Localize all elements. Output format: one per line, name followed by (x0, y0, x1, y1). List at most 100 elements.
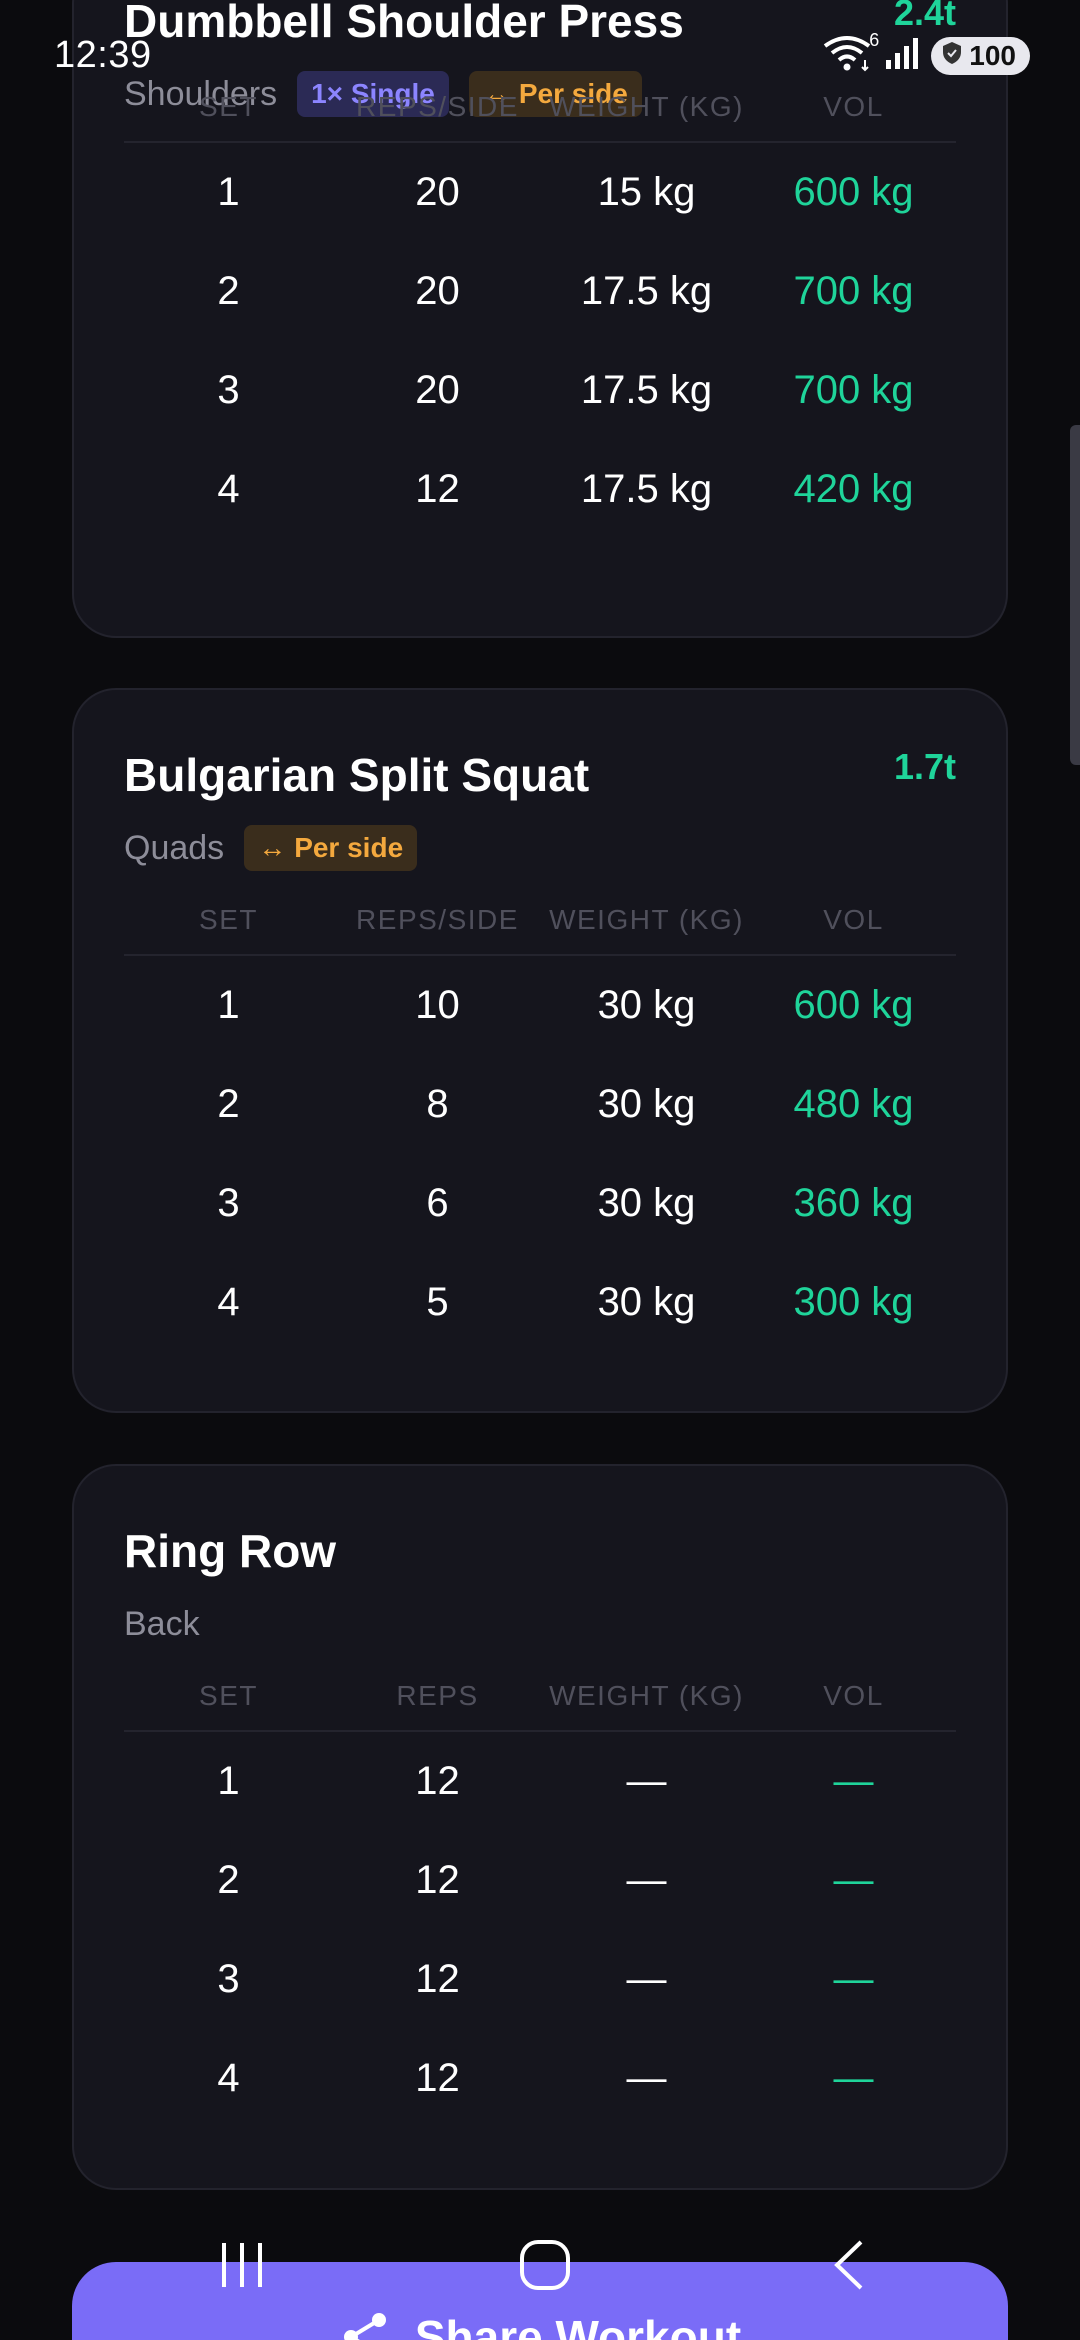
header-weight: WEIGHT (KG) (549, 1680, 744, 1711)
per-side-badge: ↔ Per side (244, 825, 418, 871)
table-row: 2 20 17.5 kg 700 kg (124, 242, 956, 341)
cell-reps: 20 (415, 170, 460, 214)
table-header: SET REPS/SIDE WEIGHT (KG) VOL (124, 73, 956, 143)
table-row: 1 20 15 kg 600 kg (124, 143, 956, 242)
cell-weight: 30 kg (597, 1181, 696, 1225)
cell-reps: 20 (415, 269, 460, 313)
exercise-card[interactable]: Dumbbell Shoulder Press 2.4t Shoulders 1… (72, 0, 1008, 638)
cell-weight: — (626, 2056, 667, 2100)
table-row: 3 20 17.5 kg 700 kg (124, 341, 956, 440)
header-vol: VOL (823, 1680, 884, 1711)
exercise-meta: Back (124, 1600, 956, 1648)
sets-table: SET REPS WEIGHT (KG) VOL 1 12 — — 2 12 —… (124, 1662, 956, 2128)
sets-table: SET REPS/SIDE WEIGHT (KG) VOL 1 20 15 kg… (124, 73, 956, 539)
cell-vol: — (833, 2056, 874, 2100)
table-row: 1 10 30 kg 600 kg (124, 956, 956, 1055)
table-header: SET REPS WEIGHT (KG) VOL (124, 1662, 956, 1732)
muscle-group: Back (124, 1604, 200, 1643)
cell-vol: 480 kg (793, 1082, 914, 1126)
exercise-card[interactable]: Ring Row Back SET REPS WEIGHT (KG) VOL 1… (72, 1464, 1008, 2190)
back-button[interactable] (804, 2230, 894, 2300)
cell-reps: 12 (415, 1957, 460, 2001)
cell-vol: 300 kg (793, 1280, 914, 1324)
exercise-title: Bulgarian Split Squat (124, 749, 590, 801)
cell-vol: 700 kg (793, 368, 914, 412)
scrollbar[interactable] (1070, 425, 1080, 765)
cell-reps: 12 (415, 2056, 460, 2100)
exercise-volume: 2.4t (893, 0, 956, 33)
cell-weight: 30 kg (597, 1280, 696, 1324)
cell-weight: — (626, 1759, 667, 1803)
header-weight: WEIGHT (KG) (549, 91, 744, 122)
cell-reps: 12 (415, 467, 460, 511)
cell-vol: 600 kg (793, 170, 914, 214)
header-set: SET (199, 91, 258, 122)
table-row: 3 12 — — (124, 1930, 956, 2029)
cell-vol: — (833, 1759, 874, 1803)
cell-set: 1 (217, 1759, 240, 1803)
cell-weight: — (626, 1858, 667, 1902)
share-label: Share Workout (414, 2311, 742, 2340)
header-reps: REPS (396, 1680, 479, 1711)
header-vol: VOL (823, 91, 884, 122)
cell-weight: 30 kg (597, 983, 696, 1027)
cell-vol: — (833, 1957, 874, 2001)
exercise-title: Ring Row (124, 1525, 337, 1577)
cell-reps: 5 (426, 1280, 449, 1324)
cell-set: 4 (217, 467, 240, 511)
cell-set: 1 (217, 170, 240, 214)
cell-set: 3 (217, 368, 240, 412)
muscle-group: Quads (124, 828, 225, 867)
table-row: 2 8 30 kg 480 kg (124, 1055, 956, 1154)
header-reps: REPS/SIDE (356, 91, 519, 122)
table-row: 3 6 30 kg 360 kg (124, 1154, 956, 1253)
cell-vol: 360 kg (793, 1181, 914, 1225)
exercise-card[interactable]: Bulgarian Split Squat 1.7t Quads ↔ Per s… (72, 688, 1008, 1413)
recent-apps-icon (222, 2243, 262, 2287)
table-row: 2 12 — — (124, 1831, 956, 1930)
cell-set: 4 (217, 2056, 240, 2100)
per-side-label: Per side (294, 832, 404, 863)
home-button[interactable] (500, 2230, 590, 2300)
share-icon (339, 2310, 393, 2340)
table-row: 4 5 30 kg 300 kg (124, 1253, 956, 1352)
cell-reps: 12 (415, 1858, 460, 1902)
cell-set: 3 (217, 1181, 240, 1225)
cell-reps: 20 (415, 368, 460, 412)
cell-reps: 8 (426, 1082, 449, 1126)
cell-set: 1 (217, 983, 240, 1027)
home-icon (520, 2240, 570, 2290)
table-row: 4 12 17.5 kg 420 kg (124, 440, 956, 539)
cell-weight: 15 kg (597, 170, 696, 214)
cell-weight: — (626, 1957, 667, 2001)
cell-set: 2 (217, 1082, 240, 1126)
cell-reps: 12 (415, 1759, 460, 1803)
exercise-volume: 1.7t (893, 746, 956, 787)
cell-weight: 30 kg (597, 1082, 696, 1126)
cell-weight: 17.5 kg (580, 368, 713, 412)
cell-weight: 17.5 kg (580, 269, 713, 313)
cell-set: 2 (217, 269, 240, 313)
cell-reps: 10 (415, 983, 460, 1027)
sets-table: SET REPS/SIDE WEIGHT (KG) VOL 1 10 30 kg… (124, 886, 956, 1352)
exercise-title: Dumbbell Shoulder Press (124, 0, 684, 47)
cell-vol: 600 kg (793, 983, 914, 1027)
cell-set: 4 (217, 1280, 240, 1324)
header-set: SET (199, 904, 258, 935)
arrows-icon: ↔ (258, 832, 287, 863)
cell-set: 2 (217, 1858, 240, 1902)
back-icon (834, 2240, 863, 2290)
cell-vol: 420 kg (793, 467, 914, 511)
header-reps: REPS/SIDE (356, 904, 519, 935)
cell-reps: 6 (426, 1181, 449, 1225)
header-vol: VOL (823, 904, 884, 935)
header-weight: WEIGHT (KG) (549, 904, 744, 935)
recent-apps-button[interactable] (198, 2230, 288, 2300)
cell-vol: — (833, 1858, 874, 1902)
cell-weight: 17.5 kg (580, 467, 713, 511)
table-row: 1 12 — — (124, 1732, 956, 1831)
cell-set: 3 (217, 1957, 240, 2001)
header-set: SET (199, 1680, 258, 1711)
exercise-meta: Quads ↔ Per side (124, 824, 956, 872)
table-header: SET REPS/SIDE WEIGHT (KG) VOL (124, 886, 956, 956)
